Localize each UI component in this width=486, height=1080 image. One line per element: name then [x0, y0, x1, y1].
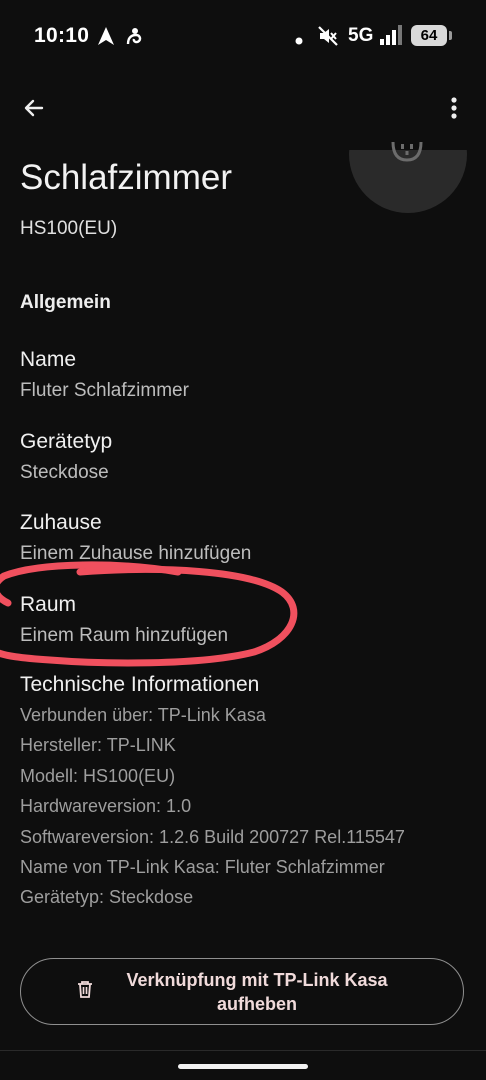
field-name-value: Fluter Schlafzimmer	[20, 380, 189, 401]
device-title: Schlafzimmer	[20, 158, 232, 197]
field-name-label: Name	[20, 348, 77, 371]
unlink-button-label: Verknüpfung mit TP-Link Kasa aufheben	[126, 969, 388, 1014]
tech-line-connected: Verbunden über: TP-Link Kasa	[20, 705, 266, 725]
status-time: 10:10	[34, 24, 90, 47]
more-options-button[interactable]	[432, 88, 476, 132]
field-name[interactable]: Name Fluter Schlafzimmer	[20, 347, 189, 403]
technical-info: Technische Informationen Verbunden über:…	[20, 672, 405, 913]
status-bar: 10:10 5G 64	[0, 0, 486, 72]
signal-icon	[380, 25, 406, 50]
field-device-type[interactable]: Gerätetyp Steckdose	[20, 429, 112, 485]
tech-line-manufacturer: Hersteller: TP-LINK	[20, 735, 176, 756]
field-home[interactable]: Zuhause Einem Zuhause hinzufügen	[20, 510, 251, 566]
notification-app-icon	[124, 26, 144, 51]
tech-line-hardware: Hardwareversion: 1.0	[20, 796, 192, 817]
tech-line-device-type: Gerätetyp: Steckdose	[20, 887, 194, 908]
battery-tip	[449, 31, 452, 40]
navigation-arrow-icon	[97, 26, 115, 51]
arrow-back-icon	[22, 96, 46, 125]
section-title-general: Allgemein	[20, 292, 111, 313]
power-outlet-icon	[391, 141, 423, 167]
field-home-label: Zuhause	[20, 511, 102, 534]
field-room-label: Raum	[20, 593, 77, 616]
device-model: HS100(EU)	[20, 218, 118, 239]
gesture-home-indicator[interactable]	[178, 1064, 308, 1069]
back-button[interactable]	[12, 88, 56, 132]
field-room-value: Einem Raum hinzufügen	[20, 625, 229, 646]
field-room[interactable]: Raum Einem Raum hinzufügen	[20, 592, 228, 648]
battery-indicator: 64	[411, 25, 447, 46]
field-device-type-label: Gerätetyp	[20, 430, 113, 453]
dot-icon	[295, 32, 303, 50]
field-home-value: Einem Zuhause hinzufügen	[20, 543, 252, 564]
more-vert-icon	[450, 96, 458, 125]
trash-icon	[77, 980, 93, 1003]
field-device-type-value: Steckdose	[20, 462, 109, 483]
network-label: 5G	[348, 25, 374, 46]
technical-info-title: Technische Informationen	[20, 673, 260, 696]
tech-line-model: Modell: HS100(EU)	[20, 765, 176, 786]
bottom-divider	[0, 1050, 486, 1051]
tech-line-software: Softwareversion: 1.2.6 Build 200727 Rel.…	[20, 826, 405, 847]
tech-line-kasa-name: Name von TP-Link Kasa: Fluter Schlafzimm…	[20, 857, 385, 878]
unlink-button[interactable]: Verknüpfung mit TP-Link Kasa aufheben	[20, 958, 464, 1025]
mute-icon	[317, 25, 339, 52]
